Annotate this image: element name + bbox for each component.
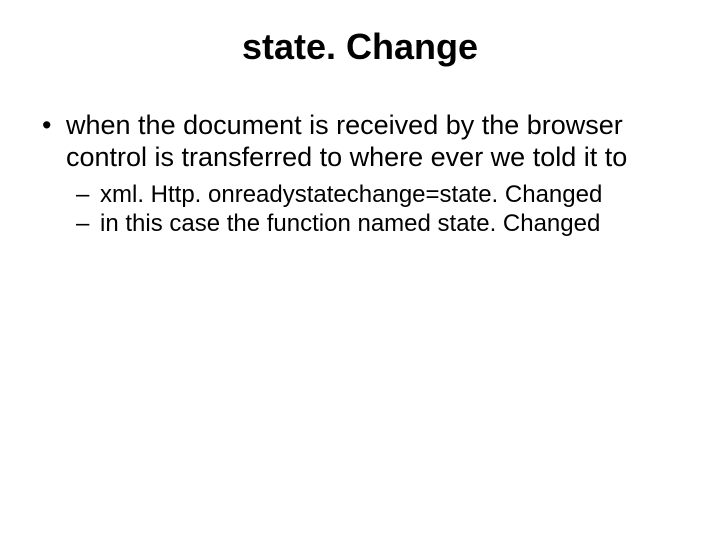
sub-bullet-list: xml. Http. onreadystatechange=state. Cha… bbox=[66, 180, 682, 239]
bullet-text: when the document is received by the bro… bbox=[66, 110, 627, 172]
list-item: xml. Http. onreadystatechange=state. Cha… bbox=[74, 180, 682, 209]
bullet-list: when the document is received by the bro… bbox=[38, 110, 682, 238]
page-title: state. Change bbox=[30, 26, 690, 68]
slide: state. Change when the document is recei… bbox=[0, 0, 720, 540]
list-item: in this case the function named state. C… bbox=[74, 209, 682, 238]
sub-bullet-text: xml. Http. onreadystatechange=state. Cha… bbox=[100, 181, 602, 208]
sub-bullet-text: in this case the function named state. C… bbox=[100, 210, 600, 237]
slide-body: when the document is received by the bro… bbox=[30, 110, 690, 238]
list-item: when the document is received by the bro… bbox=[38, 110, 682, 238]
